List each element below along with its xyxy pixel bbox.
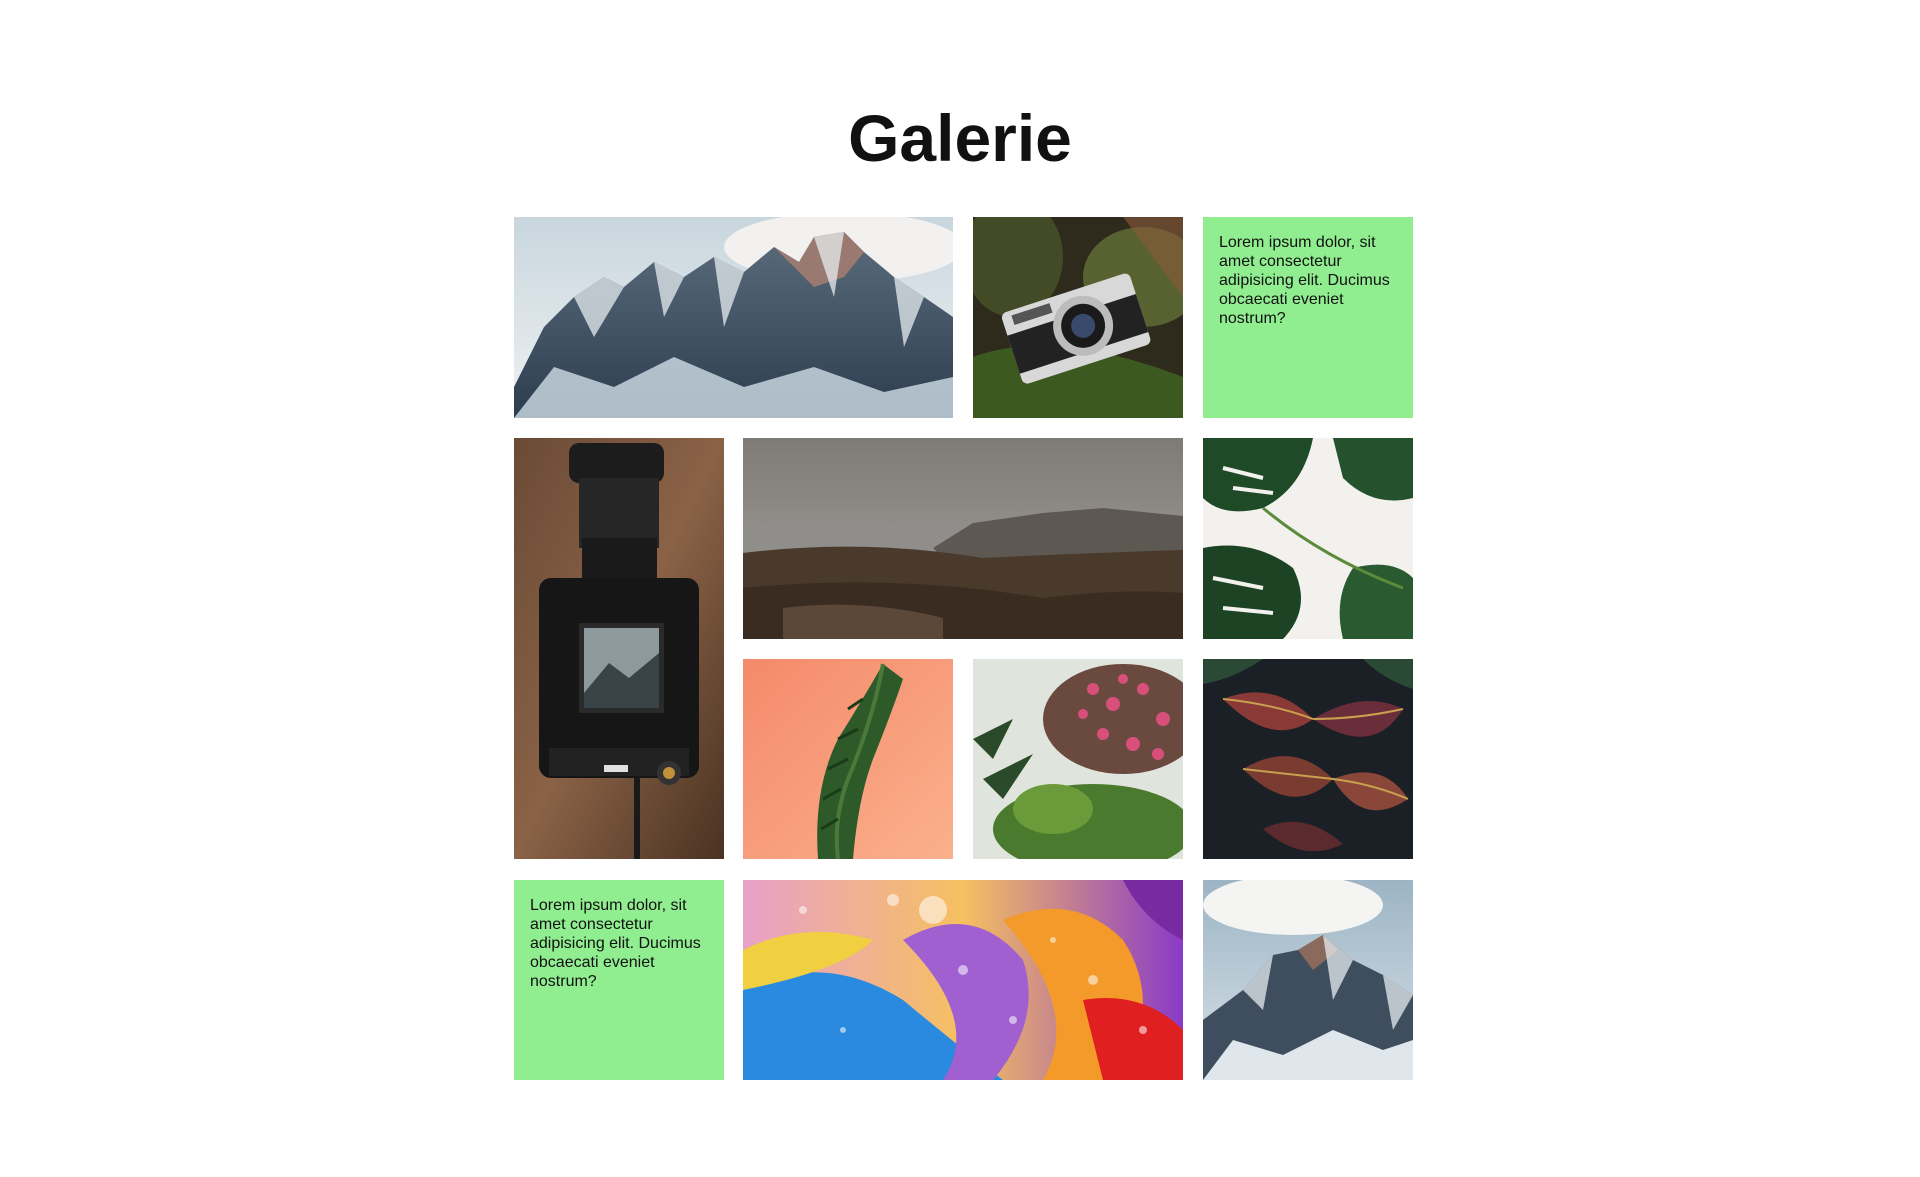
page-title: Galerie [848,101,1072,175]
gallery-image-monstera[interactable] [1203,438,1413,639]
gallery-image-fern-coral[interactable] [743,659,953,859]
gallery-text-tile: Lorem ipsum dolor, sit amet consectetur … [514,880,724,1080]
gallery-page: Galerie Lorem ipsum dolor, sit amet cons… [0,0,1920,1177]
gallery-image-croton-leaves[interactable] [1203,659,1413,859]
gallery-image-color-bubbles[interactable] [743,880,1183,1080]
gallery-image-camera-moss[interactable] [973,217,1183,418]
gallery-text-tile: Lorem ipsum dolor, sit amet consectetur … [1203,217,1413,418]
gallery-image-mountain-peak[interactable] [1203,880,1413,1080]
gallery-image-foggy-coast[interactable] [743,438,1183,639]
gallery-text: Lorem ipsum dolor, sit amet consectetur … [1219,234,1390,327]
gallery-image-mountain-range[interactable] [514,217,953,418]
gallery-image-medium-format-camera[interactable] [514,438,724,859]
gallery-text: Lorem ipsum dolor, sit amet consectetur … [530,897,701,990]
gallery-image-flowering-bush[interactable] [973,659,1183,859]
